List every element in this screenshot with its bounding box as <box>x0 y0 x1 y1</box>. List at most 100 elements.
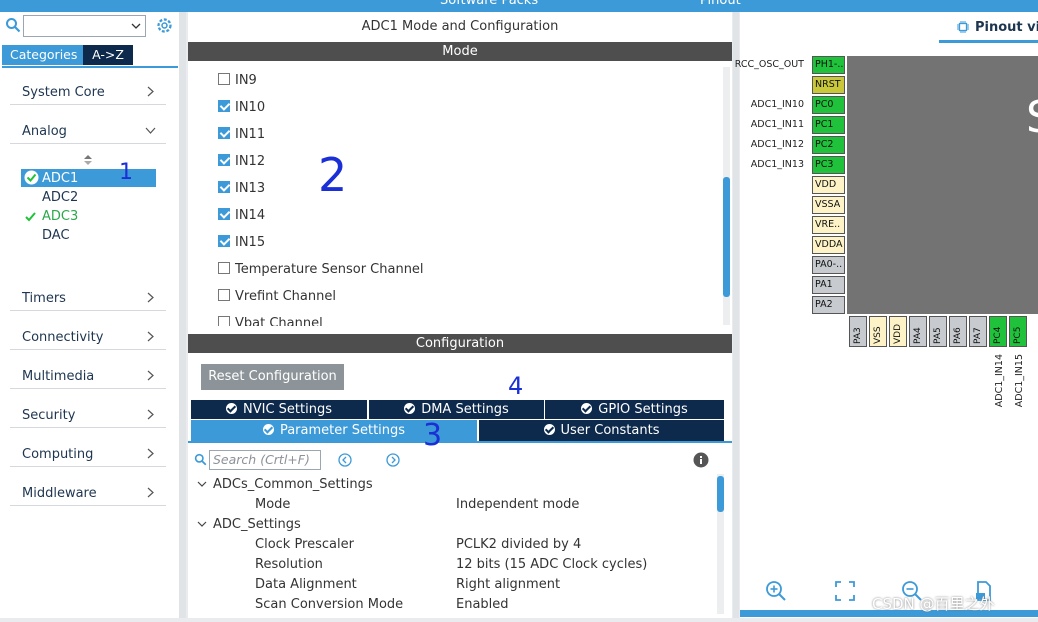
pin-pc4[interactable]: PC4 <box>989 316 1007 347</box>
tab-label: Pinout vie <box>975 20 1038 35</box>
pin-pc3[interactable]: PC3 <box>812 156 845 174</box>
chevron-down-icon[interactable] <box>197 479 207 489</box>
category-security[interactable]: Security <box>10 402 166 428</box>
pin-pc0[interactable]: PC0 <box>812 96 845 114</box>
mcu-chip[interactable]: S <box>847 56 1038 314</box>
pinout-menu[interactable]: Pinout <box>700 0 741 8</box>
tab-dma-settings[interactable]: DMA Settings <box>369 400 545 419</box>
channel-vbat[interactable]: Vbat Channel <box>218 316 323 326</box>
pin-ph1[interactable]: PH1-.. <box>812 56 845 74</box>
checkbox[interactable] <box>218 181 230 193</box>
channel-in9[interactable]: IN9 <box>218 73 257 91</box>
param-value[interactable]: PCLK2 divided by 4 <box>456 537 581 552</box>
tab-a-z[interactable]: A->Z <box>83 45 133 65</box>
pin-pa5[interactable]: PA5 <box>929 316 947 347</box>
pin-pa4[interactable]: PA4 <box>909 316 927 347</box>
parameter-search-input[interactable]: Search (Crtl+F) <box>209 450 321 470</box>
category-timers[interactable]: Timers <box>10 285 166 311</box>
parameter-scrollbar[interactable] <box>717 474 724 614</box>
zoom-in-icon[interactable] <box>765 580 787 602</box>
checkbox[interactable] <box>218 316 230 326</box>
search-combobox[interactable] <box>23 15 146 37</box>
param-value[interactable]: Independent mode <box>456 497 579 512</box>
next-result-icon[interactable] <box>386 453 400 467</box>
pin-pc1[interactable]: PC1 <box>812 116 845 134</box>
checkbox[interactable] <box>218 235 230 247</box>
pin-pa2[interactable]: PA2 <box>812 296 845 314</box>
pin-vss[interactable]: VSS <box>869 316 887 347</box>
analog-item-dac[interactable]: DAC <box>42 228 70 243</box>
channel-in13[interactable]: IN13 <box>218 181 265 199</box>
channel-in14[interactable]: IN14 <box>218 208 265 226</box>
pin-vdda[interactable]: VDDA <box>812 236 845 254</box>
pin-vssa[interactable]: VSSA <box>812 196 845 214</box>
checkbox[interactable] <box>218 100 230 112</box>
pin-vre[interactable]: VRE.. <box>812 216 845 234</box>
channel-in11[interactable]: IN11 <box>218 127 265 145</box>
previous-result-icon[interactable] <box>338 453 352 467</box>
tab-categories[interactable]: Categories <box>2 45 83 65</box>
channel-label: IN12 <box>235 154 266 169</box>
search-icon[interactable] <box>5 17 21 33</box>
channel-vrefint[interactable]: Vrefint Channel <box>218 289 336 307</box>
scroll-thumb[interactable] <box>717 476 724 512</box>
pin-pa3[interactable]: PA3 <box>849 316 867 347</box>
category-system-core[interactable]: System Core <box>10 79 166 105</box>
mode-scrollbar[interactable] <box>723 67 730 325</box>
channel-in10[interactable]: IN10 <box>218 100 265 118</box>
category-connectivity[interactable]: Connectivity <box>10 324 166 350</box>
param-group-adcs-common[interactable]: ADCs_Common_Settings <box>213 477 373 492</box>
pin-pa0[interactable]: PA0-.. <box>812 256 845 274</box>
tab-gpio-settings[interactable]: GPIO Settings <box>545 400 725 419</box>
info-icon[interactable] <box>693 452 709 468</box>
checkbox[interactable] <box>218 154 230 166</box>
pin-pc5[interactable]: PC5 <box>1009 316 1027 347</box>
analog-item-adc3[interactable]: ADC3 <box>42 209 78 224</box>
param-value[interactable]: Enabled <box>456 597 509 612</box>
gear-icon[interactable] <box>155 16 174 35</box>
reset-configuration-button[interactable]: Reset Configuration <box>201 364 344 390</box>
category-multimedia[interactable]: Multimedia <box>10 363 166 389</box>
param-name: Mode <box>255 497 291 512</box>
tab-user-constants[interactable]: User Constants <box>479 420 725 441</box>
category-label: Security <box>22 408 76 423</box>
pin-nrst[interactable]: NRST <box>812 76 845 94</box>
chip-logo: S <box>1026 92 1038 143</box>
chevron-down-icon <box>145 127 156 134</box>
chevron-down-icon[interactable] <box>130 20 142 32</box>
pin-vdd[interactable]: VDD <box>889 316 907 347</box>
chevron-right-icon <box>147 448 154 459</box>
param-value[interactable]: 12 bits (15 ADC Clock cycles) <box>456 557 647 572</box>
scroll-thumb[interactable] <box>723 177 730 297</box>
param-value[interactable]: Right alignment <box>456 577 560 592</box>
tab-pinout-view[interactable]: Pinout vie <box>939 18 1038 43</box>
tab-nvic-settings[interactable]: NVIC Settings <box>191 400 368 419</box>
splitter-right[interactable] <box>733 12 739 618</box>
category-computing[interactable]: Computing <box>10 441 166 467</box>
checkbox[interactable] <box>218 289 230 301</box>
pin-vdd[interactable]: VDD <box>812 176 845 194</box>
param-group-adc-settings[interactable]: ADC_Settings <box>213 517 301 532</box>
analog-item-adc1[interactable]: ADC1 <box>42 171 78 186</box>
pin-signal-label: ADC1_IN13 <box>750 159 804 170</box>
pin-pc2[interactable]: PC2 <box>812 136 845 154</box>
checkbox[interactable] <box>218 208 230 220</box>
channel-in12[interactable]: IN12 <box>218 154 265 172</box>
pin-pa7[interactable]: PA7 <box>969 316 987 347</box>
checkbox[interactable] <box>218 262 230 274</box>
pin-pa1[interactable]: PA1 <box>812 276 845 294</box>
analog-item-adc2[interactable]: ADC2 <box>42 190 78 205</box>
software-packs-menu[interactable]: Software Packs <box>440 0 538 8</box>
checkbox[interactable] <box>218 73 230 85</box>
category-middleware[interactable]: Middleware <box>10 480 166 506</box>
splitter-left[interactable] <box>179 12 186 618</box>
category-analog[interactable]: Analog <box>10 118 166 144</box>
channel-in15[interactable]: IN15 <box>218 235 265 253</box>
chevron-down-icon[interactable] <box>197 519 207 529</box>
sort-icon[interactable] <box>83 154 93 166</box>
channel-temp-sensor[interactable]: Temperature Sensor Channel <box>218 262 424 280</box>
fit-to-screen-icon[interactable] <box>834 580 856 602</box>
checkbox[interactable] <box>218 127 230 139</box>
pin-pa6[interactable]: PA6 <box>949 316 967 347</box>
search-icon[interactable] <box>194 453 207 466</box>
